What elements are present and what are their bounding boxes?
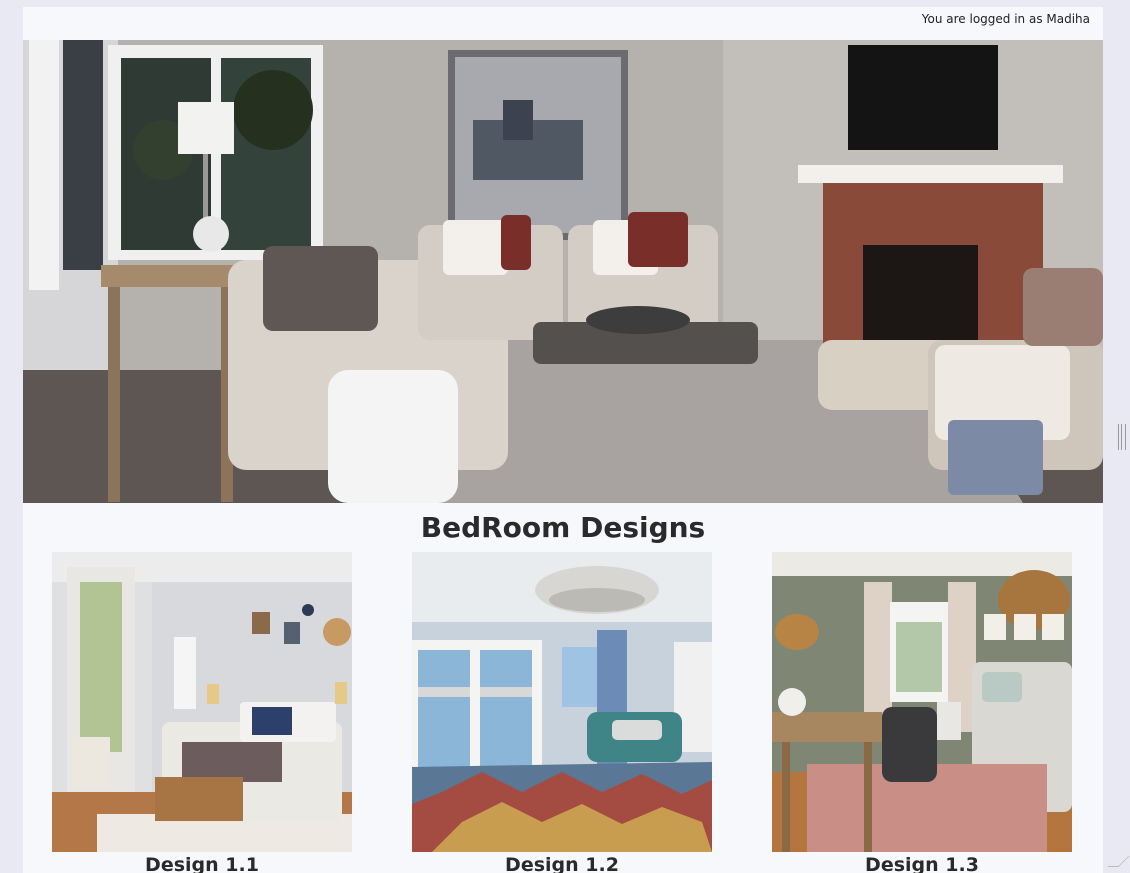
scroll-grip-icon[interactable] — [1118, 424, 1126, 450]
section-title: BedRoom Designs — [420, 511, 706, 544]
design-caption[interactable]: Design 1.1 — [52, 854, 352, 873]
login-status: You are logged in as Madiha — [921, 12, 1090, 26]
design-image[interactable] — [772, 552, 1072, 852]
design-card-3[interactable]: Design 1.3 — [772, 552, 1072, 873]
hero-living-room-image — [23, 40, 1103, 503]
design-caption[interactable]: Design 1.2 — [412, 854, 712, 873]
design-image[interactable] — [412, 552, 712, 852]
design-image[interactable] — [52, 552, 352, 852]
design-card-2[interactable]: Design 1.2 — [412, 552, 712, 873]
resize-corner-icon[interactable] — [1107, 856, 1130, 867]
top-bar: You are logged in as Madiha — [23, 7, 1103, 40]
page-container: You are logged in as Madiha BedRoom Desi… — [23, 7, 1103, 873]
design-card-1[interactable]: Design 1.1 — [52, 552, 352, 873]
design-gallery: Design 1.1 Design 1.2 Design 1.3 — [52, 552, 1072, 873]
vertical-scrollbar[interactable] — [1103, 0, 1130, 873]
design-caption[interactable]: Design 1.3 — [772, 854, 1072, 873]
